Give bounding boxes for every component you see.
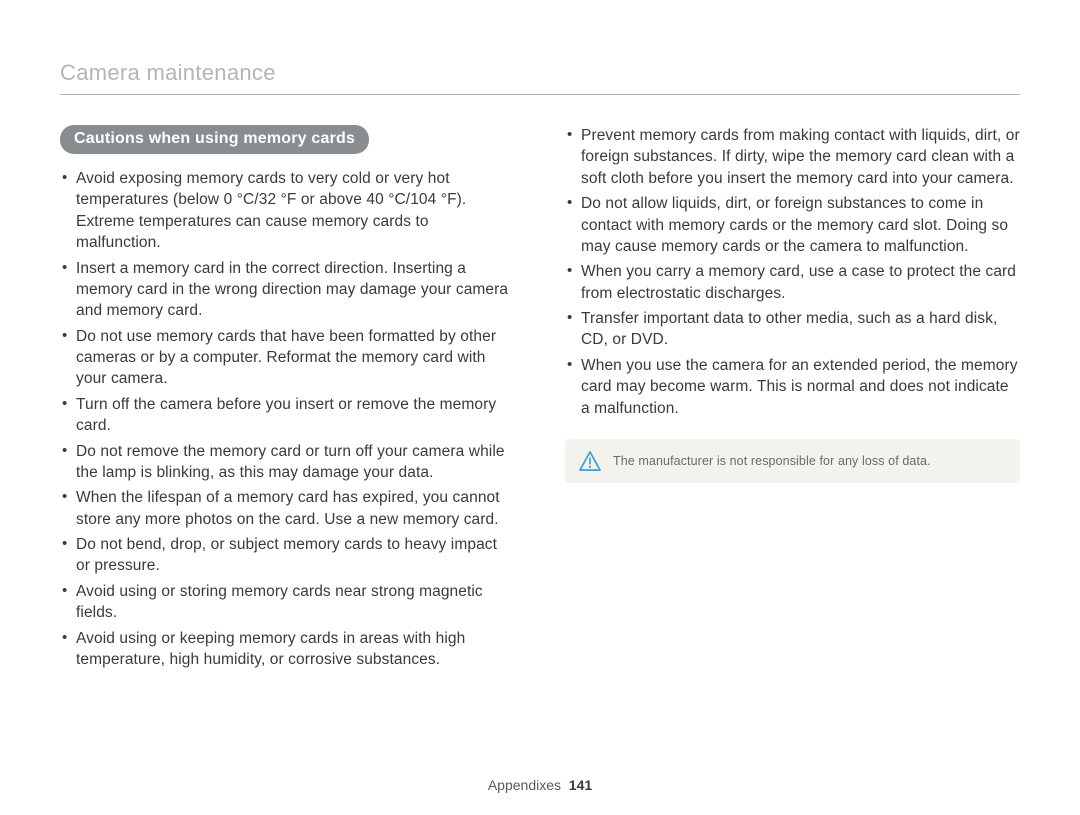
right-column: Prevent memory cards from making contact… [565, 125, 1020, 674]
footer-page-number: 141 [569, 777, 592, 793]
list-item: When the lifespan of a memory card has e… [60, 487, 515, 530]
section-pill: Cautions when using memory cards [60, 125, 369, 154]
page-title: Camera maintenance [60, 60, 1020, 94]
list-item: Turn off the camera before you insert or… [60, 394, 515, 437]
list-item: Avoid exposing memory cards to very cold… [60, 168, 515, 254]
list-item: Transfer important data to other media, … [565, 308, 1020, 351]
list-item: Insert a memory card in the correct dire… [60, 258, 515, 322]
list-item: When you carry a memory card, use a case… [565, 261, 1020, 304]
footer-section: Appendixes [488, 777, 561, 793]
note-box: The manufacturer is not responsible for … [565, 439, 1020, 483]
list-item: Avoid using or keeping memory cards in a… [60, 628, 515, 671]
left-column: Cautions when using memory cards Avoid e… [60, 125, 515, 674]
right-bullet-list: Prevent memory cards from making contact… [565, 125, 1020, 419]
list-item: Avoid using or storing memory cards near… [60, 581, 515, 624]
list-item: Do not use memory cards that have been f… [60, 326, 515, 390]
left-bullet-list: Avoid exposing memory cards to very cold… [60, 168, 515, 670]
list-item: When you use the camera for an extended … [565, 355, 1020, 419]
list-item: Do not allow liquids, dirt, or foreign s… [565, 193, 1020, 257]
warning-icon [579, 451, 601, 471]
content-columns: Cautions when using memory cards Avoid e… [60, 125, 1020, 674]
list-item: Prevent memory cards from making contact… [565, 125, 1020, 189]
list-item: Do not bend, drop, or subject memory car… [60, 534, 515, 577]
header-divider [60, 94, 1020, 95]
note-text: The manufacturer is not responsible for … [613, 454, 931, 468]
list-item: Do not remove the memory card or turn of… [60, 441, 515, 484]
page-footer: Appendixes 141 [0, 777, 1080, 793]
